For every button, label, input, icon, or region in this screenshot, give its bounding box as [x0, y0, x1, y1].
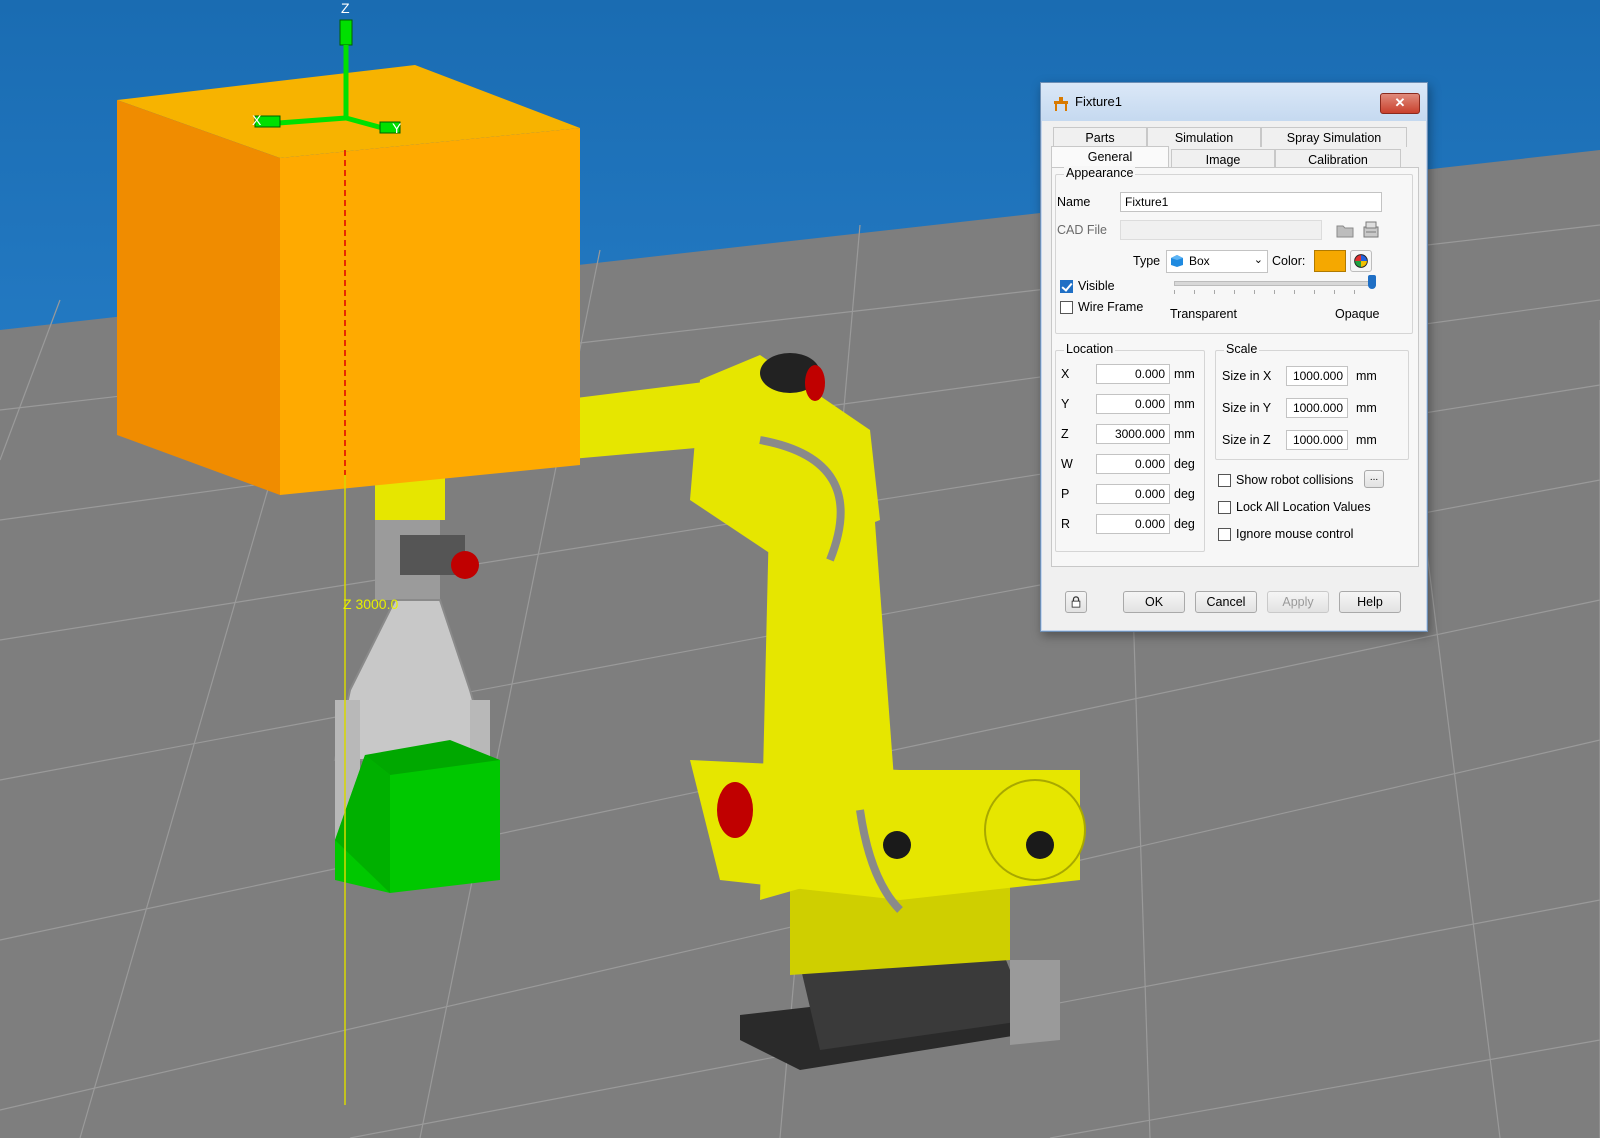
- ok-button[interactable]: OK: [1123, 591, 1185, 613]
- show-collisions-label: Show robot collisions: [1236, 473, 1354, 487]
- show-collisions-checkbox[interactable]: [1218, 474, 1231, 487]
- loc-x-label: X: [1061, 367, 1070, 381]
- opaque-label: Opaque: [1335, 307, 1380, 321]
- visible-checkbox[interactable]: [1060, 280, 1073, 293]
- tab-image[interactable]: Image: [1171, 149, 1275, 169]
- axis-y-label: Y: [392, 120, 402, 136]
- tab-general[interactable]: General: [1051, 146, 1169, 168]
- loc-y-field[interactable]: 0.000: [1096, 394, 1170, 414]
- loc-w-label: W: [1061, 457, 1073, 471]
- dialog-titlebar[interactable]: Fixture1 ✕: [1041, 83, 1427, 121]
- lock-location-checkbox[interactable]: [1218, 501, 1231, 514]
- fixture-icon: [1054, 97, 1068, 111]
- size-y-field[interactable]: 1000.000: [1286, 398, 1348, 418]
- loc-y-unit: mm: [1174, 397, 1195, 411]
- visible-label: Visible: [1078, 279, 1115, 293]
- z-height-readout: Z 3000.0: [343, 596, 399, 612]
- slider-ticks: [1174, 290, 1374, 294]
- loc-z-label: Z: [1061, 427, 1069, 441]
- transparent-label: Transparent: [1170, 307, 1237, 321]
- ignore-mouse-checkbox[interactable]: [1218, 528, 1231, 541]
- dialog-title: Fixture1: [1075, 94, 1122, 109]
- fixture-box[interactable]: [117, 65, 580, 495]
- tab-simulation[interactable]: Simulation: [1147, 127, 1261, 147]
- loc-x-unit: mm: [1174, 367, 1195, 381]
- scale-group-title: Scale: [1224, 342, 1260, 356]
- tab-parts[interactable]: Parts: [1053, 127, 1147, 147]
- loc-p-field[interactable]: 0.000: [1096, 484, 1170, 504]
- collisions-settings-button[interactable]: ...: [1364, 470, 1384, 488]
- axis-z-label: Z: [341, 0, 350, 16]
- ignore-mouse-label: Ignore mouse control: [1236, 527, 1354, 541]
- size-x-unit: mm: [1356, 369, 1377, 383]
- chevron-down-icon: ⌄: [1253, 254, 1263, 266]
- location-group-title: Location: [1064, 342, 1116, 356]
- size-z-field[interactable]: 1000.000: [1286, 430, 1348, 450]
- lock-icon: [1071, 596, 1081, 608]
- size-z-label: Size in Z: [1222, 433, 1271, 447]
- loc-y-label: Y: [1061, 397, 1070, 411]
- loc-p-label: P: [1061, 487, 1070, 501]
- lock-button[interactable]: [1065, 591, 1087, 613]
- loc-w-unit: deg: [1174, 457, 1195, 471]
- box-shape-icon: [1171, 255, 1183, 267]
- lock-location-label: Lock All Location Values: [1236, 500, 1371, 514]
- name-field[interactable]: Fixture1: [1120, 192, 1382, 212]
- type-label: Type: [1133, 254, 1161, 268]
- appearance-group-title: Appearance: [1064, 166, 1136, 180]
- loc-z-unit: mm: [1174, 427, 1195, 441]
- help-button[interactable]: Help: [1339, 591, 1401, 613]
- color-picker-icon[interactable]: [1350, 250, 1372, 272]
- size-x-label: Size in X: [1222, 369, 1272, 383]
- cad-import-icon[interactable]: [1360, 219, 1382, 241]
- wireframe-checkbox[interactable]: [1060, 301, 1073, 314]
- slider-thumb[interactable]: [1368, 275, 1376, 289]
- axis-x-label: X: [252, 112, 262, 128]
- color-swatch[interactable]: [1314, 250, 1346, 272]
- type-select-value: Box: [1189, 254, 1210, 268]
- cad-file-label: CAD File: [1057, 223, 1108, 237]
- loc-z-field[interactable]: 3000.000: [1096, 424, 1170, 444]
- wireframe-label: Wire Frame: [1078, 300, 1144, 314]
- loc-r-label: R: [1061, 517, 1071, 531]
- general-tab-panel: Appearance Name Fixture1 CAD File Type B…: [1051, 166, 1419, 567]
- loc-p-unit: deg: [1174, 487, 1195, 501]
- size-x-field[interactable]: 1000.000: [1286, 366, 1348, 386]
- cad-file-field: [1120, 220, 1322, 240]
- loc-r-unit: deg: [1174, 517, 1195, 531]
- size-z-unit: mm: [1356, 433, 1377, 447]
- transparency-slider[interactable]: [1174, 272, 1376, 298]
- cancel-button[interactable]: Cancel: [1195, 591, 1257, 613]
- size-y-label: Size in Y: [1222, 401, 1272, 415]
- close-button[interactable]: ✕: [1380, 93, 1420, 114]
- fixture-properties-dialog[interactable]: Fixture1 ✕ Parts Simulation Spray Simula…: [1040, 82, 1428, 632]
- name-label: Name: [1057, 195, 1091, 209]
- color-label: Color:: [1272, 254, 1306, 268]
- size-y-unit: mm: [1356, 401, 1377, 415]
- tab-spray-simulation[interactable]: Spray Simulation: [1261, 127, 1407, 147]
- type-select[interactable]: Box ⌄: [1166, 250, 1268, 273]
- slider-track: [1174, 281, 1376, 286]
- loc-x-field[interactable]: 0.000: [1096, 364, 1170, 384]
- tab-calibration[interactable]: Calibration: [1275, 149, 1401, 169]
- apply-button[interactable]: Apply: [1267, 591, 1329, 613]
- folder-icon[interactable]: [1334, 219, 1356, 241]
- loc-w-field[interactable]: 0.000: [1096, 454, 1170, 474]
- loc-r-field[interactable]: 0.000: [1096, 514, 1170, 534]
